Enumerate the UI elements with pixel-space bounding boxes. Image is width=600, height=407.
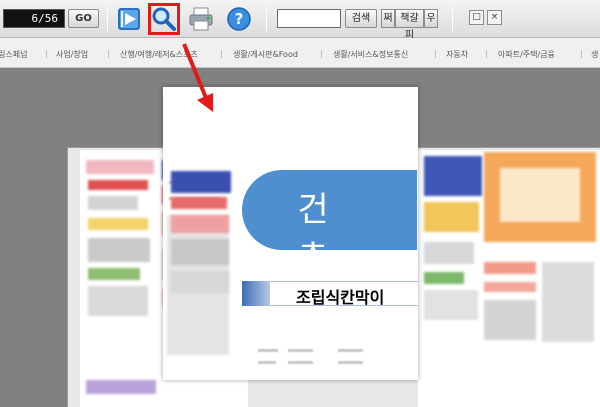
- blurred-text: [258, 349, 278, 352]
- blurred-ad: [88, 196, 138, 210]
- blurred-ad: [88, 180, 148, 190]
- blurred-ad: [484, 262, 536, 274]
- restore-button[interactable]: □: [469, 10, 484, 25]
- category-heading: 건 축: [297, 190, 351, 279]
- bookmark-button[interactable]: 책갈피: [395, 9, 424, 41]
- category-divider: |: [107, 49, 110, 58]
- blurred-text: [258, 361, 276, 364]
- blurred-text: [288, 361, 313, 364]
- blurred-text: [338, 349, 363, 352]
- blurred-text: [288, 349, 313, 352]
- category-bar: 링스페넘 | 사업/창업 | 산행/여행/레저&스포츠 | 생활/게시판&Foo…: [0, 38, 600, 68]
- subheading: 조립식칸막이: [296, 288, 385, 307]
- blurred-ad: [88, 286, 148, 316]
- toolbar-divider: [107, 7, 108, 31]
- subheading-accent: [242, 281, 270, 306]
- blurred-ad: [542, 262, 594, 342]
- category-divider: |: [434, 49, 437, 58]
- extra-button[interactable]: 우: [424, 9, 438, 28]
- blurred-ad: [171, 271, 229, 293]
- blurred-ad: [86, 380, 156, 394]
- category-divider: |: [45, 49, 48, 58]
- go-button[interactable]: GO: [68, 9, 99, 28]
- media-play-icon[interactable]: [116, 6, 142, 32]
- search-input[interactable]: [277, 9, 341, 28]
- prev-hit-button[interactable]: 쩌: [381, 9, 395, 28]
- blurred-ad: [500, 168, 580, 222]
- category-tab[interactable]: 생활/서비스&정보통신: [333, 49, 408, 60]
- blurred-ad: [424, 290, 478, 320]
- help-icon[interactable]: ?: [226, 6, 252, 32]
- blurred-ad: [484, 300, 536, 340]
- category-divider: |: [320, 49, 323, 58]
- svg-text:?: ?: [235, 10, 244, 28]
- blurred-text: [338, 361, 363, 364]
- close-button[interactable]: ×: [487, 10, 502, 25]
- category-tab[interactable]: 생활/게시판&Food: [233, 49, 298, 60]
- blurred-ad: [171, 239, 229, 265]
- blurred-ad: [88, 238, 150, 262]
- category-divider: |: [220, 49, 223, 58]
- blurred-ad: [424, 202, 479, 232]
- category-tab[interactable]: 자동차: [446, 49, 468, 60]
- search-button[interactable]: 검색: [345, 9, 377, 28]
- toolbar-divider: [452, 7, 453, 31]
- blurred-ad: [424, 272, 464, 284]
- blurred-ad: [88, 268, 140, 280]
- blurred-ad: [171, 197, 227, 209]
- blurred-ad: [171, 215, 229, 233]
- blurred-ad: [424, 242, 474, 264]
- category-divider: |: [485, 49, 488, 58]
- magnifier-icon: [152, 7, 176, 31]
- category-divider: |: [580, 49, 583, 58]
- annotation-arrow-icon: [182, 43, 213, 112]
- viewer-toolbar: 6/56 GO ? 검색 쩌 책갈피 우 □ ×: [0, 0, 600, 41]
- right-page: [418, 150, 600, 407]
- blurred-ad: [88, 218, 148, 230]
- category-tab[interactable]: 아파트/주택/금융: [498, 49, 555, 60]
- category-tab[interactable]: 사업/창업: [56, 49, 88, 60]
- category-tab[interactable]: 링스페넘: [0, 49, 27, 60]
- blurred-ad: [171, 171, 231, 193]
- category-tab[interactable]: 생: [591, 49, 598, 60]
- blurred-ad: [86, 160, 154, 174]
- zoom-button[interactable]: [148, 3, 180, 35]
- blurred-ad: [424, 156, 482, 196]
- toolbar-divider: [266, 7, 267, 31]
- page-indicator[interactable]: 6/56: [3, 9, 65, 28]
- print-icon[interactable]: [188, 6, 214, 32]
- blurred-ad: [484, 282, 536, 292]
